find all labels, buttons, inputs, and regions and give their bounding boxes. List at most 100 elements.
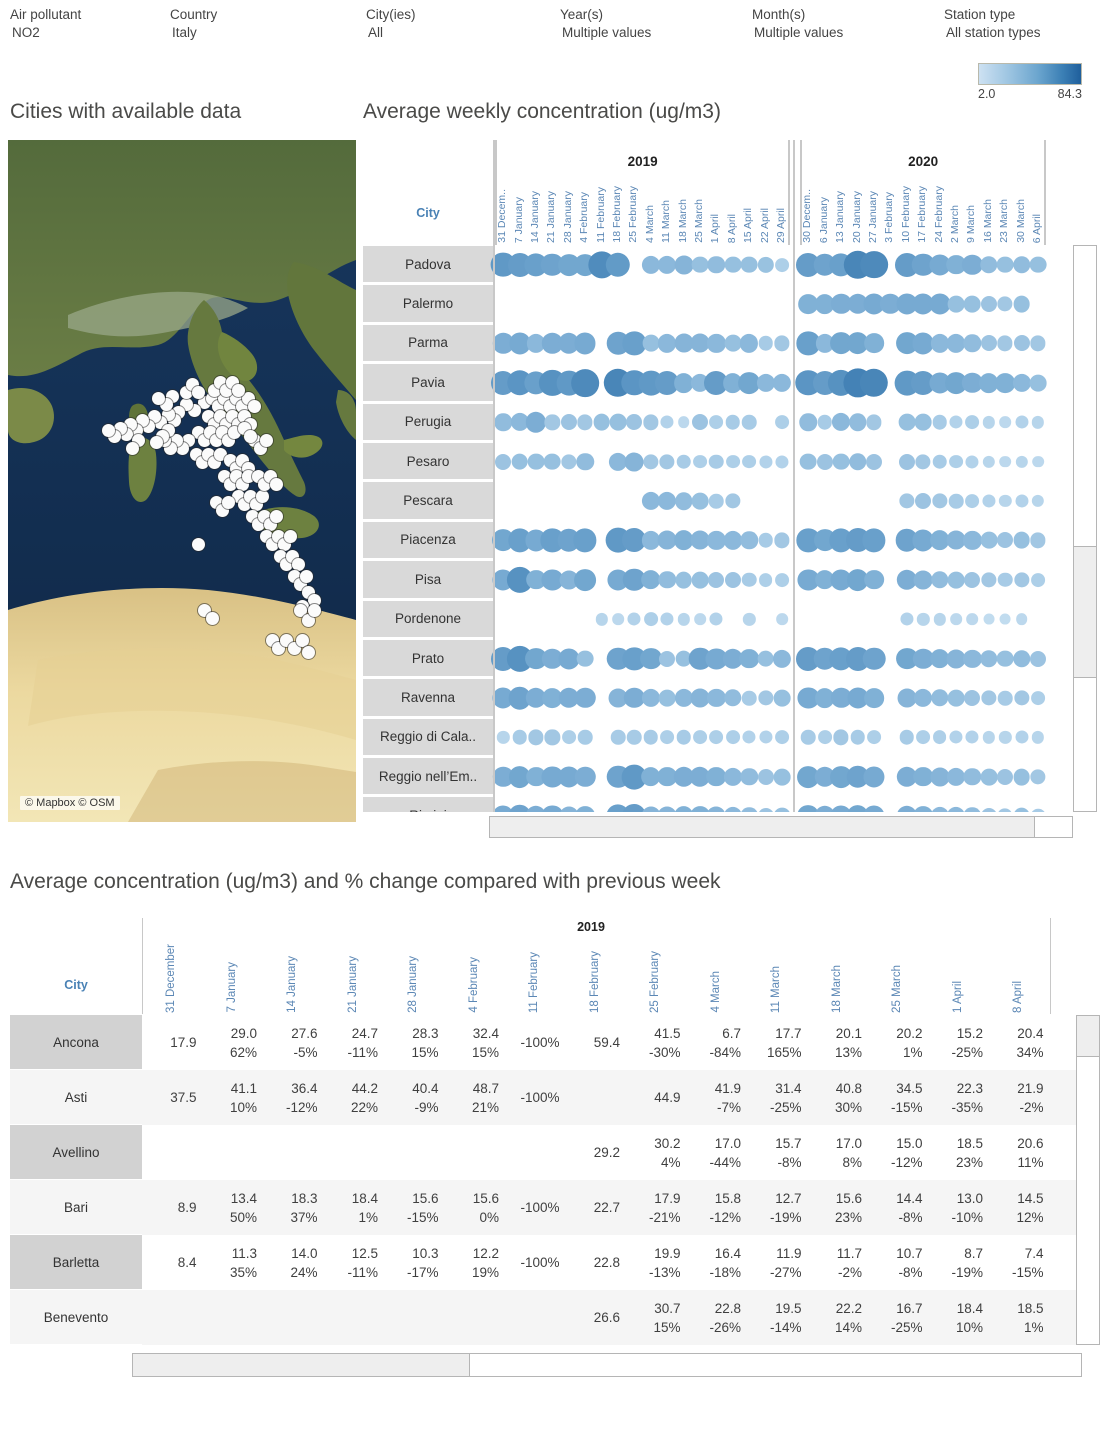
matrix-value-dot[interactable] [816,453,833,470]
matrix-value-dot[interactable] [741,572,757,588]
matrix-value-dot[interactable] [677,613,690,626]
matrix-value-dot[interactable] [660,415,674,429]
matrix-value-dot[interactable] [575,806,596,812]
matrix-value-dot[interactable] [511,453,528,471]
table-cell[interactable]: 34.5 -15% [868,1070,929,1125]
matrix-value-dot[interactable] [800,453,817,471]
matrix-value-dot[interactable] [691,571,709,589]
matrix-value-dot[interactable] [1012,255,1031,274]
table-cell[interactable]: -100% [505,1180,566,1235]
matrix-value-dot[interactable] [677,416,690,429]
matrix-value-dot[interactable] [740,256,758,274]
matrix-value-dot[interactable] [965,730,979,744]
matrix-value-dot[interactable] [867,730,881,745]
matrix-value-dot[interactable] [658,571,676,589]
matrix-value-dot[interactable] [691,492,709,510]
table-cell[interactable]: 18.4 10% [929,1290,990,1345]
matrix-value-dot[interactable] [723,767,742,786]
matrix-value-dot[interactable] [980,296,997,313]
table-cell[interactable]: 41.9 -7% [687,1070,748,1125]
matrix-value-dot[interactable] [743,613,756,626]
matrix-value-dot[interactable] [1013,690,1030,706]
matrix-value-dot[interactable] [742,454,757,469]
matrix-value-dot[interactable] [642,335,660,352]
matrix-value-dot[interactable] [707,334,726,353]
table-cell[interactable]: -100% [505,1015,566,1070]
matrix-value-dot[interactable] [561,730,576,745]
matrix-value-dot[interactable] [866,414,882,430]
matrix-value-dot[interactable] [659,454,675,470]
matrix-value-dot[interactable] [946,334,966,353]
map-city-marker[interactable] [307,603,321,617]
table-cell[interactable]: 8.4 [142,1235,203,1290]
matrix-value-dot[interactable] [1030,769,1046,785]
matrix-value-dot[interactable] [949,454,963,469]
matrix-value-dot[interactable] [709,415,724,430]
map-city-marker[interactable] [291,557,305,571]
table-row[interactable]: Barletta 8.4 11.3 35% 14.0 24% 12.5 -11% 10.3 -17… [10,1235,1100,1290]
matrix-value-dot[interactable] [659,650,676,667]
table-cell[interactable]: 37.5 [142,1070,203,1125]
table-cell[interactable]: 10.7 -8% [868,1235,929,1290]
matrix-value-dot[interactable] [724,689,742,707]
map-city-marker[interactable] [231,383,245,397]
filter-station-type[interactable]: Station type All station types [944,6,1104,42]
map-city-marker[interactable] [151,391,165,405]
matrix-value-dot[interactable] [641,806,661,812]
table-cell[interactable]: 12.2 19% [445,1235,506,1290]
matrix-value-dot[interactable] [740,531,758,550]
matrix-value-dot[interactable] [949,730,963,744]
matrix-value-dot[interactable] [982,731,995,744]
map-city-marker[interactable] [247,399,261,413]
matrix-value-dot[interactable] [773,807,791,812]
table-cell[interactable]: 7.4 -15% [989,1235,1050,1290]
filter-value[interactable]: Multiple values [752,24,944,42]
matrix-value-dot[interactable] [964,689,981,706]
matrix-value-dot[interactable] [757,650,774,667]
table-cell[interactable]: 30.7 15% [626,1290,687,1345]
map-city-marker[interactable] [259,433,273,447]
matrix-value-dot[interactable] [775,415,789,430]
matrix-value-dot[interactable] [757,768,774,785]
matrix-horizontal-scroll-thumb[interactable] [490,817,1035,837]
matrix-value-dot[interactable] [723,807,742,812]
matrix-value-dot[interactable] [946,767,966,786]
table-cell[interactable]: 11.7 -2% [808,1235,869,1290]
matrix-value-dot[interactable] [1013,335,1030,352]
matrix-value-dot[interactable] [1013,295,1030,313]
matrix-value-dot[interactable] [627,730,642,745]
matrix-value-dot[interactable] [965,494,980,508]
map-view[interactable]: © Mapbox © OSM [8,140,356,822]
matrix-rows[interactable]: Padova Palermo Parma Pavia Perugia Pesaro Pesc… [363,245,1097,812]
matrix-value-dot[interactable] [915,454,931,470]
table-cell[interactable]: 22.7 [566,1180,627,1235]
matrix-value-dot[interactable] [758,572,773,587]
matrix-value-dot[interactable] [544,729,561,746]
matrix-value-dot[interactable] [862,528,886,553]
matrix-value-dot[interactable] [898,413,916,431]
matrix-value-dot[interactable] [932,730,947,745]
table-vertical-scroll-thumb[interactable] [1077,1016,1099,1057]
matrix-value-dot[interactable] [774,335,790,352]
table-cell[interactable]: 17.9 [142,1015,203,1070]
table-vertical-scrollbar[interactable] [1076,1015,1100,1345]
matrix-value-dot[interactable] [497,731,510,744]
matrix-value-dot[interactable] [914,413,932,431]
matrix-value-dot[interactable] [773,689,791,707]
matrix-value-dot[interactable] [1013,807,1030,812]
matrix-value-dot[interactable] [574,687,596,709]
matrix-value-dot[interactable] [527,453,545,471]
matrix-value-dot[interactable] [946,807,966,812]
map-city-marker[interactable] [295,633,309,647]
matrix-value-dot[interactable] [574,766,596,787]
table-horizontal-scrollbar[interactable] [132,1353,1082,1377]
matrix-value-dot[interactable] [996,650,1014,667]
matrix-value-dot[interactable] [930,689,949,707]
matrix-row[interactable]: Pisa [363,560,1097,599]
filter-years[interactable]: Year(s) Multiple values [560,6,752,42]
matrix-value-dot[interactable] [948,493,964,509]
matrix-value-dot[interactable] [709,730,724,745]
matrix-value-dot[interactable] [983,613,995,625]
map-city-marker[interactable] [283,529,297,543]
table-cell[interactable]: 14.0 24% [263,1235,324,1290]
